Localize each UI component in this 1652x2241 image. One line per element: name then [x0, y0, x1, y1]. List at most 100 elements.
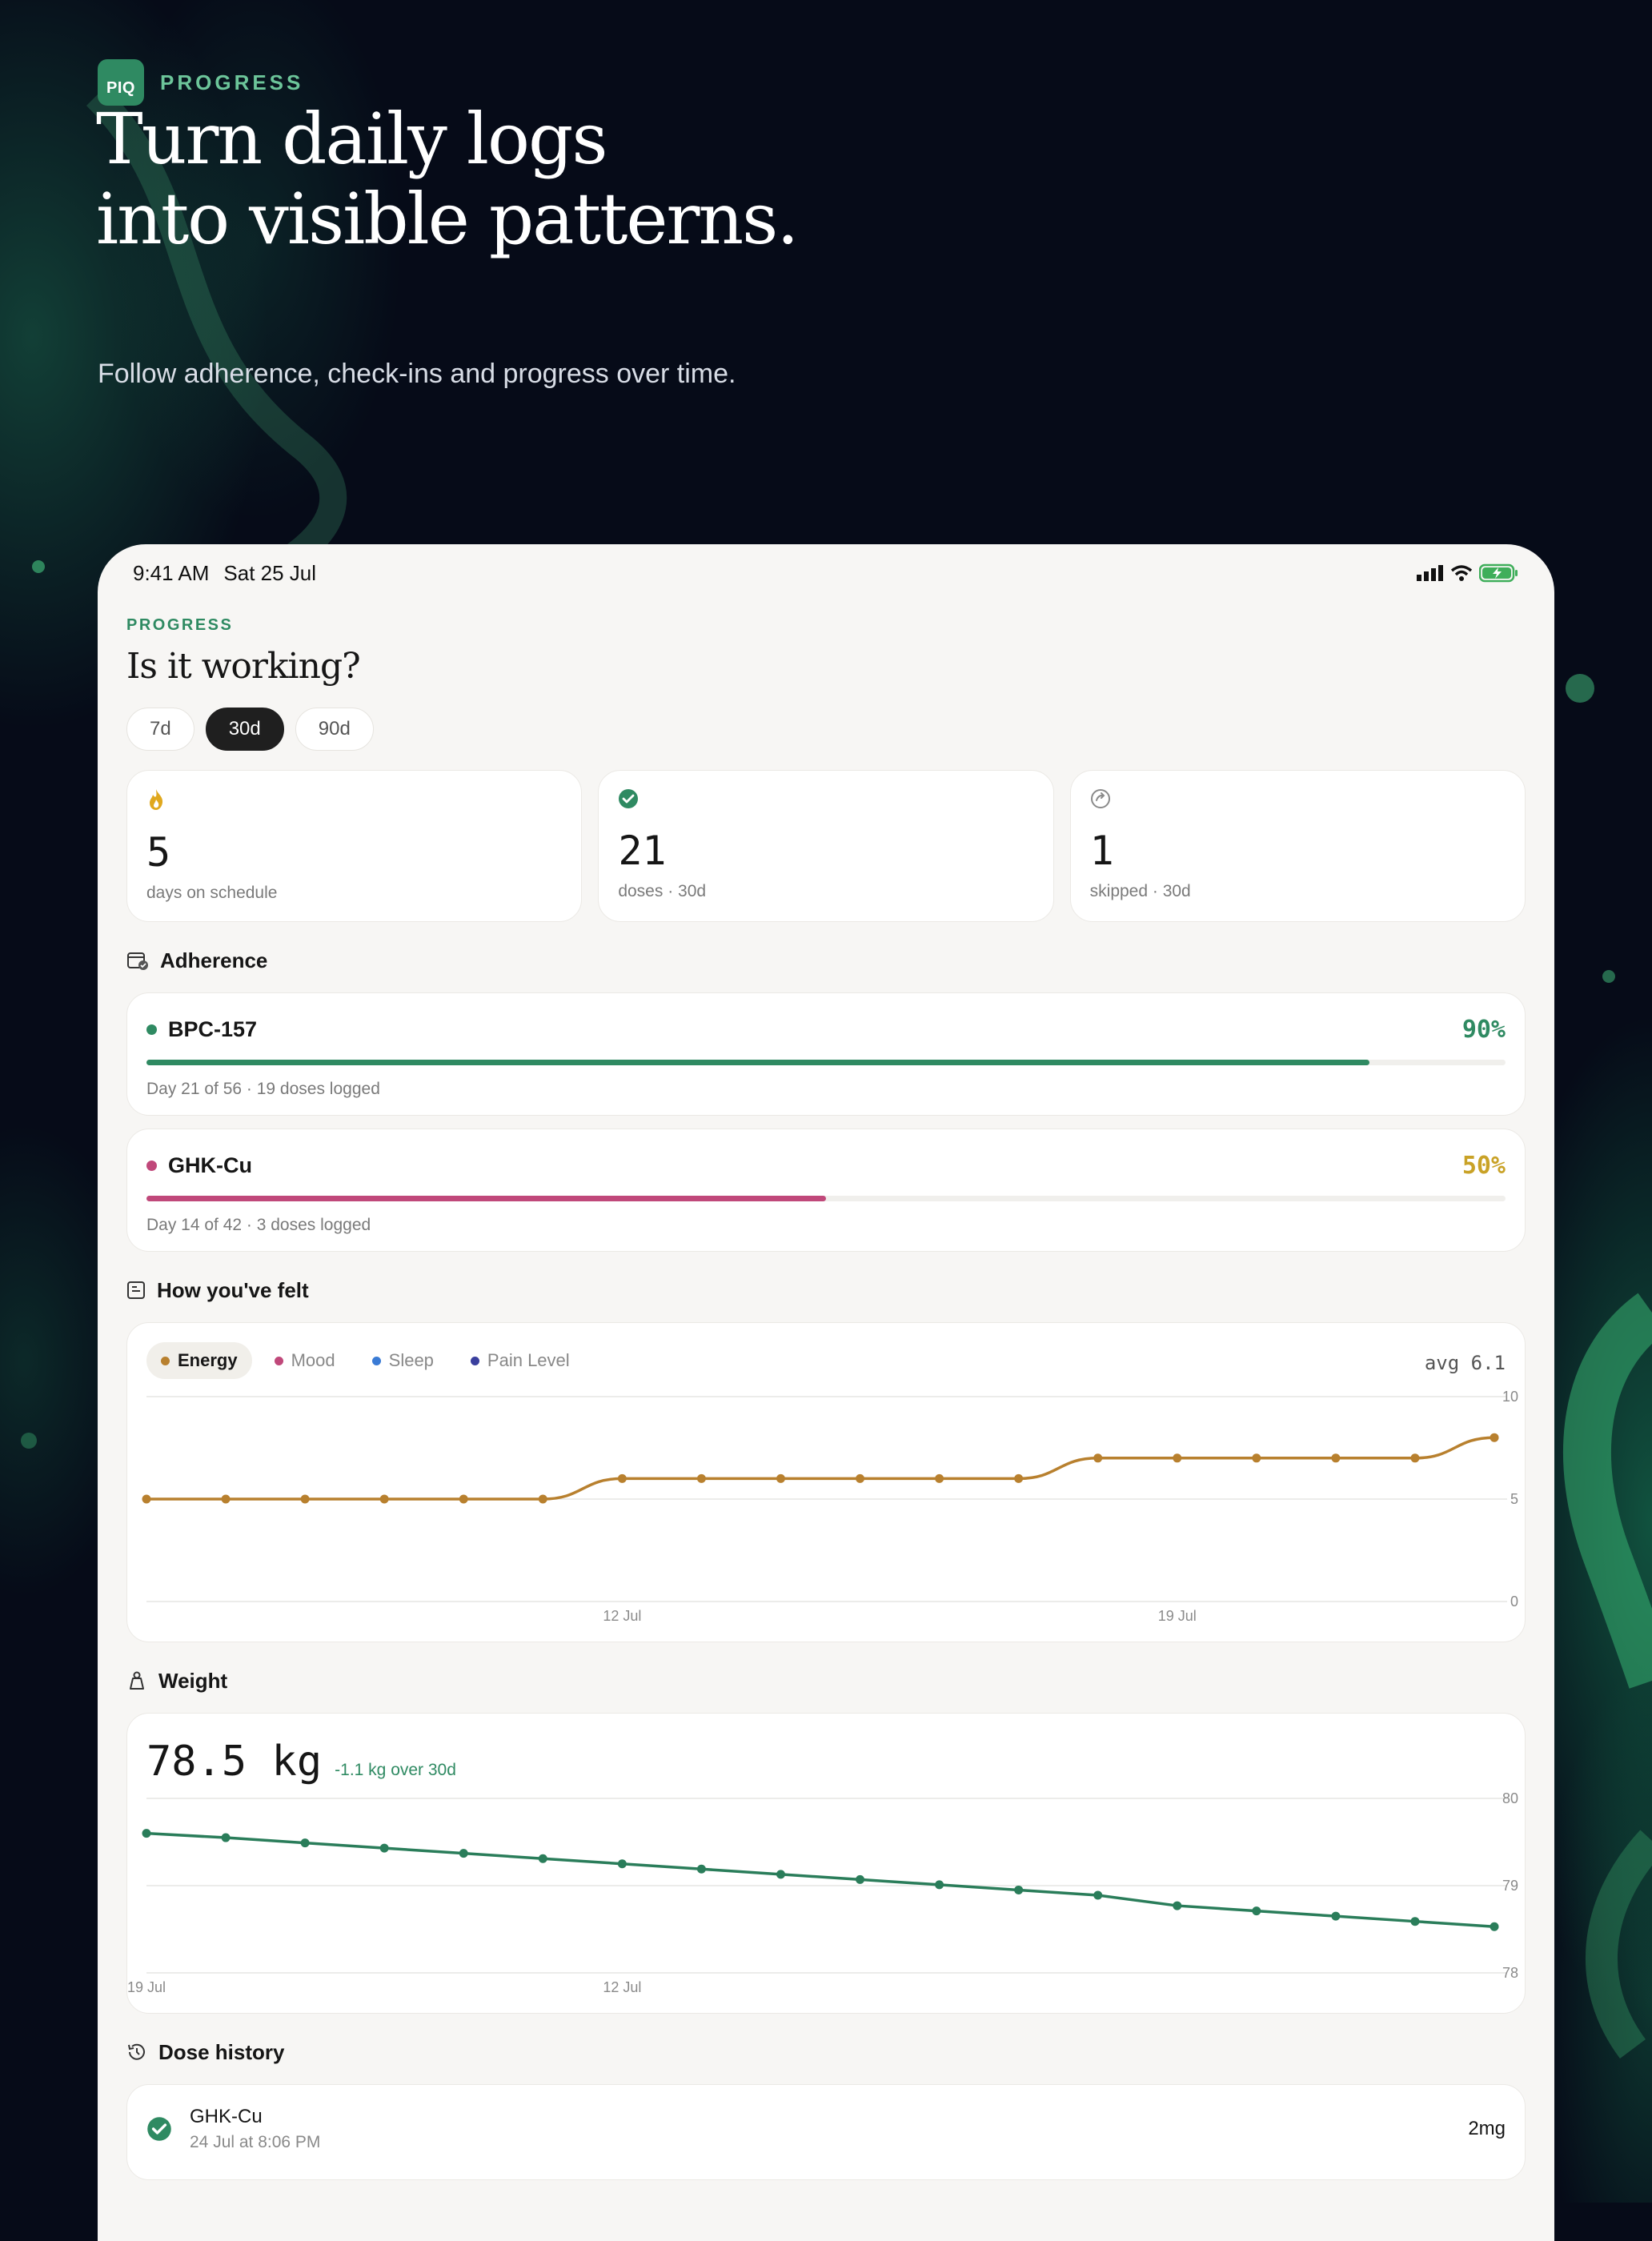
data-point[interactable]: [1331, 1911, 1341, 1921]
page-eyebrow: PROGRESS: [126, 616, 234, 634]
peptide-color-dot: [146, 1161, 157, 1171]
dose-history-header: Dose history: [126, 2038, 1526, 2067]
data-point[interactable]: [935, 1880, 944, 1890]
stat-value: 21: [618, 828, 667, 874]
journal-icon: [127, 1281, 145, 1299]
dose-timestamp: 24 Jul at 8:06 PM: [190, 2133, 321, 2151]
peptide-name: GHK-Cu: [168, 1153, 252, 1177]
data-point[interactable]: [1173, 1453, 1182, 1463]
data-point[interactable]: [379, 1843, 389, 1853]
range-selector: 7d 30d 90d: [126, 708, 1526, 751]
stat-label: doses · 30d: [618, 882, 707, 900]
stat-label: skipped · 30d: [1089, 882, 1191, 900]
adherence-detail: Day 21 of 56 · 19 doses logged: [146, 1080, 380, 1098]
data-point[interactable]: [1014, 1473, 1024, 1483]
stat-card-doses: 21 doses · 30d: [598, 770, 1054, 922]
peptide-name: BPC-157: [168, 1017, 258, 1041]
check-circle-icon: [147, 2117, 171, 2141]
dose-history-row[interactable]: GHK-Cu 24 Jul at 8:06 PM 2mg: [146, 2106, 1506, 2152]
page-title: Is it working?: [126, 646, 361, 687]
data-point[interactable]: [776, 1473, 785, 1483]
felt-line-chart: 0 5 10 12 Jul 19 Jul: [142, 1389, 1518, 1624]
hero-subtitle: Follow adherence, check-ins and progress…: [98, 359, 736, 389]
stat-value: 1: [1089, 828, 1114, 874]
data-point[interactable]: [538, 1854, 547, 1863]
status-bar: 9:41 AM Sat 25 Jul: [133, 555, 1519, 591]
y-tick-label: 80: [1502, 1790, 1518, 1806]
data-point[interactable]: [1331, 1453, 1341, 1463]
felt-header: How you've felt: [126, 1276, 1526, 1305]
adherence-card-ghkcu[interactable]: GHK-Cu 50% Day 14 of 42 · 3 doses logged: [126, 1129, 1526, 1252]
data-point[interactable]: [459, 1494, 468, 1504]
y-tick-label: 79: [1502, 1878, 1518, 1894]
section-title-adherence: Adherence: [160, 948, 268, 972]
data-point[interactable]: [696, 1473, 706, 1483]
data-point[interactable]: [935, 1473, 944, 1483]
data-point[interactable]: [142, 1829, 151, 1838]
calendar-check-icon: [127, 952, 148, 970]
dose-amount: 2mg: [1468, 2118, 1506, 2139]
y-tick-label: 10: [1502, 1389, 1518, 1405]
y-tick-label: 5: [1510, 1491, 1518, 1507]
data-point[interactable]: [1173, 1901, 1182, 1910]
data-point[interactable]: [538, 1494, 547, 1504]
range-pill-7d[interactable]: 7d: [126, 708, 194, 751]
data-point[interactable]: [221, 1494, 231, 1504]
range-pill-90d[interactable]: 90d: [295, 708, 374, 751]
adherence-progress-fill: [146, 1060, 1370, 1065]
adherence-progress-fill: [146, 1196, 826, 1201]
weight-line-chart: 78 79 80 12 Jul 19 Jul: [127, 1790, 1518, 1995]
series-line: [146, 1831, 1495, 1928]
data-point[interactable]: [856, 1874, 865, 1884]
adherence-progress-bar: [146, 1196, 1506, 1201]
data-point[interactable]: [1252, 1453, 1261, 1463]
data-point[interactable]: [696, 1864, 706, 1874]
stats-row: 5 days on schedule 21 doses · 30d 1 skip…: [126, 770, 1526, 922]
data-point[interactable]: [300, 1494, 310, 1504]
y-tick-label: 0: [1510, 1594, 1518, 1610]
felt-chart-card: Energy Mood Sleep Pain Level avg 6.1 051…: [126, 1322, 1526, 1642]
weight-scale-icon: [130, 1671, 144, 1690]
x-tick-label: 12 Jul: [603, 1979, 641, 1995]
data-point[interactable]: [300, 1838, 310, 1848]
range-pill-30d[interactable]: 30d: [205, 708, 284, 751]
status-time: 9:41 AM: [133, 560, 210, 585]
data-point[interactable]: [379, 1494, 389, 1504]
x-tick-label: 12 Jul: [603, 1608, 641, 1624]
data-point[interactable]: [1252, 1906, 1261, 1916]
stat-card-skipped: 1 skipped · 30d: [1069, 770, 1526, 922]
data-point[interactable]: [776, 1870, 785, 1879]
y-tick-label: 78: [1502, 1965, 1518, 1981]
adherence-card-bpc157[interactable]: BPC-157 90% Day 21 of 56 · 19 doses logg…: [126, 992, 1526, 1116]
data-point[interactable]: [459, 1849, 468, 1858]
data-point[interactable]: [221, 1833, 231, 1842]
series-line: [146, 1436, 1495, 1501]
data-point[interactable]: [1490, 1433, 1499, 1442]
stat-card-streak: 5 days on schedule: [126, 770, 583, 922]
dose-history-card: GHK-Cu 24 Jul at 8:06 PM 2mg: [126, 2084, 1526, 2180]
progress-content: PROGRESS Is it working? 7d 30d 90d 5 day…: [126, 616, 1526, 2180]
data-point[interactable]: [142, 1494, 151, 1504]
data-point[interactable]: [617, 1473, 627, 1483]
hero-title: Turn daily logs into visible patterns.: [96, 99, 976, 259]
x-tick-label: 19 Jul: [127, 1979, 166, 1995]
data-point[interactable]: [1410, 1917, 1420, 1926]
data-point[interactable]: [1093, 1453, 1103, 1463]
data-point[interactable]: [1014, 1885, 1024, 1894]
wifi-icon: [1450, 565, 1473, 581]
adherence-percent: 50%: [1462, 1152, 1506, 1180]
data-point[interactable]: [856, 1473, 865, 1483]
section-title-dose-history: Dose history: [158, 2039, 285, 2064]
adherence-progress-bar: [146, 1060, 1506, 1065]
weight-header: Weight: [126, 1666, 1526, 1695]
data-point[interactable]: [1093, 1890, 1103, 1900]
adherence-detail: Day 14 of 42 · 3 doses logged: [146, 1216, 371, 1234]
stat-value: 5: [146, 829, 171, 876]
peptide-color-dot: [146, 1024, 157, 1035]
data-point[interactable]: [1410, 1453, 1420, 1463]
adherence-percent: 90%: [1462, 1016, 1506, 1044]
history-icon: [128, 2043, 145, 2060]
skip-icon: [1090, 789, 1110, 808]
data-point[interactable]: [1490, 1922, 1499, 1931]
data-point[interactable]: [617, 1859, 627, 1869]
